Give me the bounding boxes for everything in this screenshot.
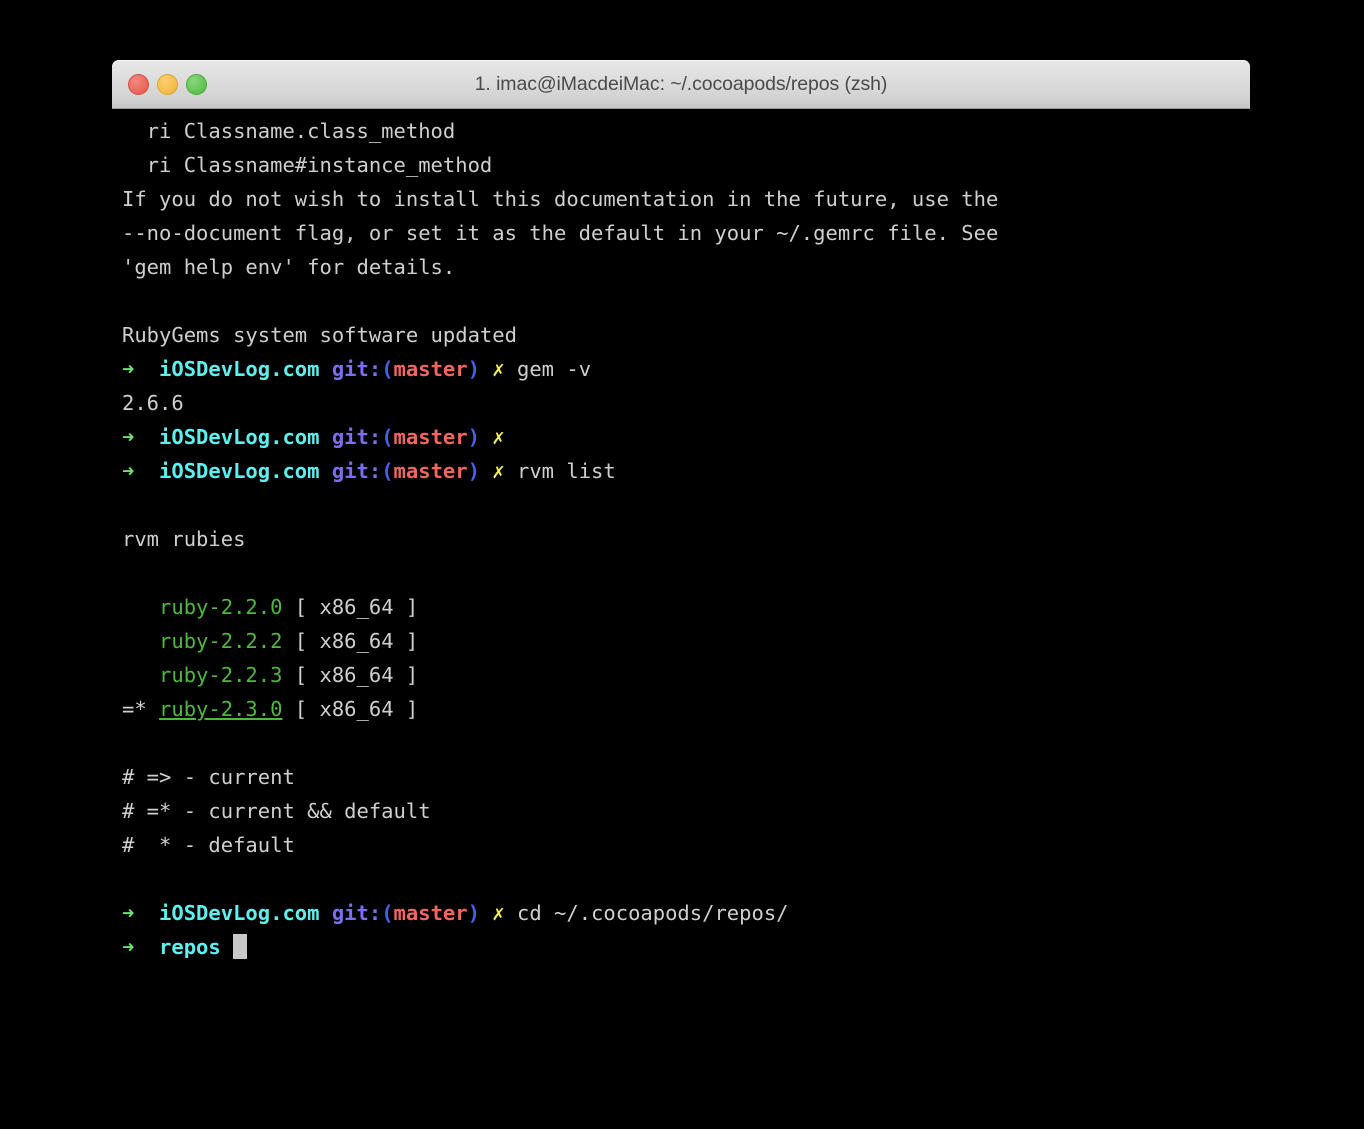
rvm-ruby-row: ruby-2.2.0 [ x86_64 ]	[122, 590, 1250, 624]
rvm-marker	[122, 629, 159, 653]
rvm-legend-line: # => - current	[122, 765, 295, 789]
command-text: gem -v	[516, 357, 592, 381]
prompt-arrow-icon: ➜	[122, 935, 135, 959]
rvm-rubies-header: rvm rubies	[122, 527, 246, 551]
rvm-ruby-name: ruby-2.2.2	[159, 629, 283, 653]
output-line: --no-document flag, or set it as the def…	[122, 221, 999, 245]
prompt-host: iOSDevLog.com	[159, 459, 320, 483]
active-prompt-line[interactable]: ➜ repos	[122, 930, 1250, 964]
rvm-ruby-name: ruby-2.2.3	[159, 663, 283, 687]
prompt-paren-open: (	[381, 425, 394, 449]
prompt-line: ➜ iOSDevLog.com git:(master) ✗	[122, 420, 1250, 454]
output-line: ri Classname.class_method	[122, 119, 456, 143]
prompt-current-dir: repos	[159, 935, 221, 959]
rvm-marker: =*	[122, 697, 160, 721]
output-line: If you do not wish to install this docum…	[122, 187, 999, 211]
rvm-ruby-arch: [ x86_64 ]	[282, 595, 419, 619]
prompt-host: iOSDevLog.com	[159, 425, 320, 449]
rvm-ruby-arch: [ x86_64 ]	[282, 697, 419, 721]
prompt-status-cross-icon: ✗	[492, 459, 505, 483]
output-line: 'gem help env' for details.	[122, 255, 456, 279]
command-text: rvm list	[516, 459, 616, 483]
prompt-git-branch: master	[393, 425, 468, 449]
prompt-paren-open: (	[381, 357, 394, 381]
prompt-git-branch: master	[393, 459, 468, 483]
prompt-git-keyword: git:	[331, 425, 382, 449]
prompt-status-cross-icon: ✗	[492, 901, 505, 925]
prompt-line: ➜ iOSDevLog.com git:(master) ✗ gem -v	[122, 352, 1250, 386]
rvm-ruby-name: ruby-2.2.0	[159, 595, 283, 619]
rvm-marker	[122, 595, 159, 619]
screen: 1. imac@iMacdeiMac: ~/.cocoapods/repos (…	[0, 0, 1364, 1129]
rvm-legend-line: # * - default	[122, 833, 295, 857]
terminal-content-area[interactable]: ri Classname.class_method ri Classname#i…	[112, 109, 1250, 1129]
minimize-window-button[interactable]	[157, 73, 178, 95]
prompt-line: ➜ iOSDevLog.com git:(master) ✗ rvm list	[122, 454, 1250, 488]
prompt-status-cross-icon: ✗	[492, 425, 505, 449]
prompt-host: iOSDevLog.com	[159, 901, 320, 925]
rvm-legend-line: # =* - current && default	[122, 799, 431, 823]
output-line: ri Classname#instance_method	[122, 153, 493, 177]
rvm-ruby-arch: [ x86_64 ]	[282, 629, 419, 653]
prompt-arrow-icon: ➜	[122, 357, 135, 381]
output-line: 2.6.6	[122, 391, 184, 415]
prompt-paren-close: )	[467, 357, 480, 381]
text-cursor	[233, 934, 248, 959]
prompt-arrow-icon: ➜	[122, 901, 135, 925]
rvm-ruby-name: ruby-2.3.0	[159, 697, 283, 721]
prompt-git-branch: master	[393, 901, 468, 925]
prompt-paren-open: (	[381, 459, 394, 483]
prompt-arrow-icon: ➜	[122, 425, 135, 449]
prompt-paren-open: (	[381, 901, 394, 925]
close-window-button[interactable]	[128, 73, 149, 95]
prompt-line: ➜ iOSDevLog.com git:(master) ✗ cd ~/.coc…	[122, 896, 1250, 930]
rvm-ruby-row: ruby-2.2.2 [ x86_64 ]	[122, 624, 1250, 658]
prompt-git-branch: master	[393, 357, 468, 381]
prompt-paren-close: )	[467, 425, 480, 449]
window-titlebar[interactable]: 1. imac@iMacdeiMac: ~/.cocoapods/repos (…	[112, 60, 1250, 109]
window-title: 1. imac@iMacdeiMac: ~/.cocoapods/repos (…	[474, 72, 888, 95]
prompt-status-cross-icon: ✗	[492, 357, 505, 381]
terminal-window: 1. imac@iMacdeiMac: ~/.cocoapods/repos (…	[112, 60, 1250, 1129]
command-text: cd ~/.cocoapods/repos/	[516, 901, 789, 925]
rvm-marker	[122, 663, 159, 687]
prompt-host: iOSDevLog.com	[159, 357, 320, 381]
terminal-scrollback: ri Classname.class_method ri Classname#i…	[122, 114, 1250, 1129]
rvm-ruby-row: ruby-2.2.3 [ x86_64 ]	[122, 658, 1250, 692]
traffic-light-group	[128, 60, 207, 108]
prompt-git-keyword: git:	[331, 901, 382, 925]
prompt-paren-close: )	[467, 459, 480, 483]
zoom-window-button[interactable]	[186, 73, 207, 95]
prompt-arrow-icon: ➜	[122, 459, 135, 483]
output-line: RubyGems system software updated	[122, 323, 517, 347]
rvm-ruby-row-current: =* ruby-2.3.0 [ x86_64 ]	[122, 692, 1250, 726]
prompt-paren-close: )	[467, 901, 480, 925]
rvm-ruby-arch: [ x86_64 ]	[282, 663, 419, 687]
prompt-git-keyword: git:	[331, 357, 382, 381]
prompt-git-keyword: git:	[331, 459, 382, 483]
